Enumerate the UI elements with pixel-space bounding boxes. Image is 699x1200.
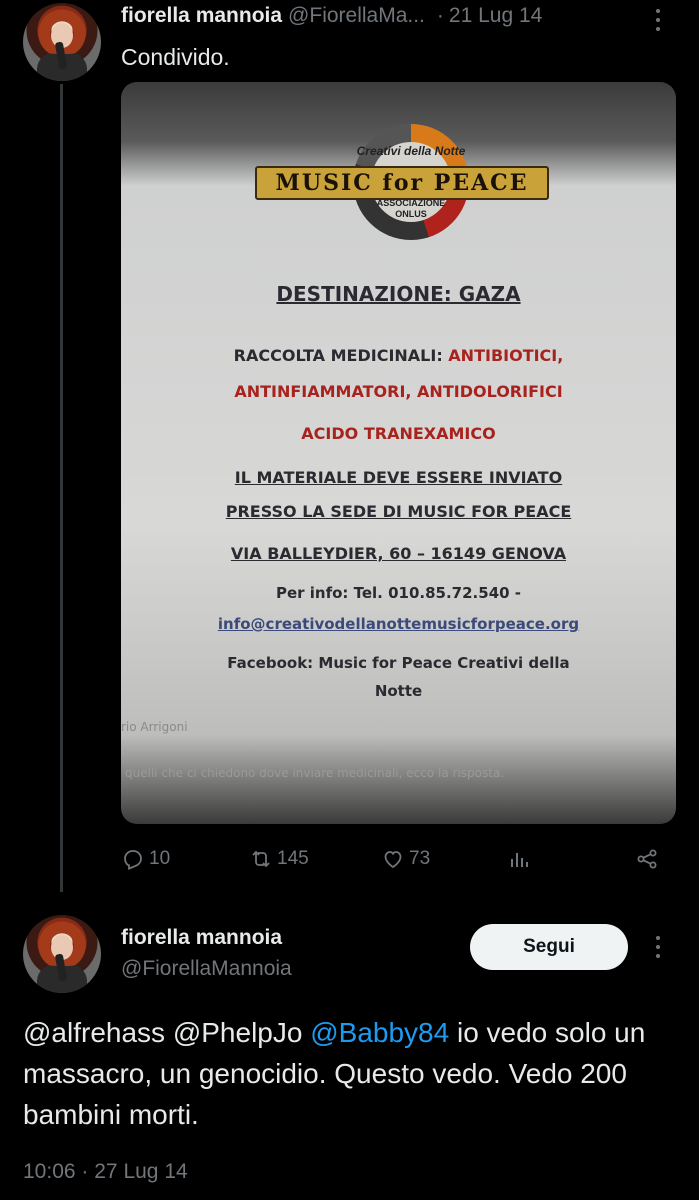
- flyer-send-line: PRESSO LA SEDE DI MUSIC FOR PEACE: [225, 502, 572, 521]
- more-icon[interactable]: [656, 936, 660, 958]
- flyer-info-phone: Per info: Tel. 010.85.72.540 -: [275, 584, 522, 602]
- reply-button[interactable]: 10: [121, 844, 170, 874]
- mention-link[interactable]: @alfrehass: [23, 1017, 165, 1048]
- flyer-facebook: Facebook: Music for Peace Creativi della: [227, 654, 570, 672]
- tweet-text: @alfrehass @PhelpJo @Babby84 io vedo sol…: [23, 1012, 663, 1135]
- flyer-destination: DESTINAZIONE: GAZA: [276, 282, 521, 306]
- more-icon[interactable]: [656, 9, 660, 31]
- author-name[interactable]: fiorella mannoia: [121, 926, 282, 950]
- repost-count: 145: [277, 848, 309, 869]
- author-handle[interactable]: @FiorellaMa...: [288, 4, 425, 27]
- flyer-facebook: Notte: [374, 682, 423, 700]
- mention-link[interactable]: @Babby84: [310, 1017, 449, 1048]
- author-handle[interactable]: @FiorellaMannoia: [121, 957, 292, 981]
- thread-connector-line: [60, 84, 63, 892]
- like-button[interactable]: 73: [381, 844, 430, 874]
- flyer-address: VIA BALLEYDIER, 60 – 16149 GENOVA: [230, 544, 567, 563]
- repost-button[interactable]: 145: [249, 844, 309, 874]
- mention-link[interactable]: @PhelpJo: [173, 1017, 303, 1048]
- views-button[interactable]: [507, 844, 535, 874]
- avatar[interactable]: [23, 915, 101, 993]
- share-button[interactable]: [635, 844, 663, 874]
- reply-count: 10: [149, 848, 171, 869]
- tweet-media-image[interactable]: Creativi della Notte MUSIC for PEACE ASS…: [121, 82, 676, 824]
- separator: ·: [436, 4, 444, 27]
- reply-icon: [124, 850, 142, 870]
- tweet-date[interactable]: 21 Lug 14: [449, 4, 542, 27]
- like-count: 73: [409, 848, 431, 869]
- author-name[interactable]: fiorella mannoia: [121, 4, 282, 27]
- tweet-timestamp[interactable]: 10:06 · 27 Lug 14: [23, 1160, 188, 1184]
- share-icon: [637, 849, 657, 869]
- flyer-collection-item: ACIDO TRANEXAMICO: [301, 424, 496, 443]
- tweet-text: Condivido.: [121, 44, 230, 70]
- flyer-send-line: IL MATERIALE DEVE ESSERE INVIATO: [234, 468, 563, 487]
- flyer-image: Creativi della Notte MUSIC for PEACE ASS…: [121, 82, 676, 824]
- flyer-collection-line: RACCOLTA MEDICINALI: ANTIBIOTICI,: [233, 346, 564, 365]
- views-icon: [511, 853, 528, 867]
- like-icon: [384, 851, 402, 869]
- flyer-author-fragment: rio Arrigoni: [121, 720, 188, 734]
- follow-button[interactable]: Segui: [470, 924, 628, 970]
- flyer-info-email: info@creativodellanottemusicforpeace.org: [217, 615, 580, 633]
- flyer-caption-fragment: quelli che ci chiedono dove inviare medi…: [125, 766, 505, 780]
- repost-icon: [252, 850, 270, 868]
- tweet-header: fiorella mannoia @FiorellaMa... · 21 Lug 14: [121, 4, 542, 28]
- logo-top-text: Creativi della Notte: [356, 144, 466, 158]
- logo-sub-text: ASSOCIAZIONE ONLUS: [376, 198, 446, 219]
- avatar[interactable]: [23, 3, 101, 81]
- flyer-collection-item: ANTINFIAMMATORI, ANTIDOLORIFICI: [234, 382, 563, 401]
- tweet-actions: 10 145 73: [121, 844, 676, 874]
- logo-main-text: MUSIC for PEACE: [255, 166, 549, 200]
